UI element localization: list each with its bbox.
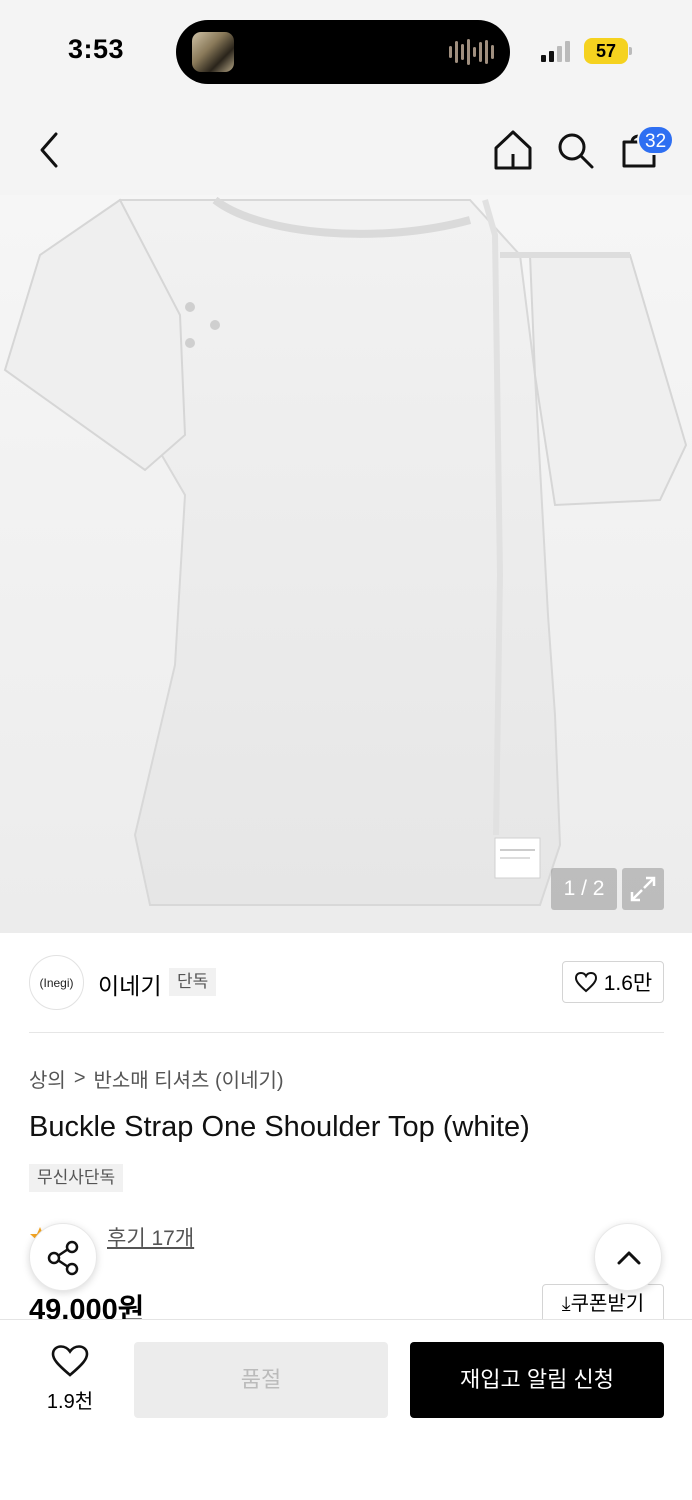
audio-waveform-icon: [449, 38, 494, 66]
now-playing-artwork: [192, 32, 234, 72]
product-image[interactable]: [0, 195, 692, 933]
scroll-to-top-button[interactable]: [594, 1223, 662, 1291]
t-shirt-illustration: [3, 196, 688, 906]
breadcrumb: 상의 > 반소매 티셔츠 (이네기): [29, 1064, 284, 1093]
brand-like-button[interactable]: 1.6만: [562, 961, 664, 1003]
battery-tip: [629, 47, 632, 55]
product-title: Buckle Strap One Shoulder Top (white): [29, 1111, 530, 1143]
brand-logo[interactable]: (Inegi): [29, 955, 84, 1010]
chevron-up-icon: [617, 1251, 641, 1265]
review-count-link[interactable]: 후기 17개: [107, 1222, 194, 1252]
coupon-label: 쿠폰받기: [570, 1293, 645, 1315]
breadcrumb-subcategory[interactable]: 반소매 티셔츠 (이네기): [94, 1064, 284, 1093]
heart-icon: [574, 971, 597, 993]
status-time: 3:53: [68, 34, 125, 64]
image-counter: 1 / 2: [551, 868, 617, 910]
wishlist-count: 1.9천: [46, 1391, 94, 1413]
home-icon[interactable]: [492, 128, 534, 172]
expand-icon[interactable]: [622, 868, 664, 910]
dynamic-island[interactable]: [176, 20, 510, 84]
cellular-signal-icon: [541, 40, 570, 62]
battery-indicator: 57: [584, 38, 628, 64]
status-bar: 3:53 57: [0, 0, 692, 100]
back-arrow-icon[interactable]: [30, 128, 70, 172]
exclusive-tag: 단독: [169, 968, 217, 996]
chevron-right-icon: >: [73, 1067, 86, 1089]
brand-like-count: 1.6만: [603, 972, 653, 995]
restock-alert-button[interactable]: 재입고 알림 신청: [410, 1342, 664, 1418]
heart-icon: [51, 1345, 89, 1377]
share-button[interactable]: [29, 1223, 97, 1291]
divider: [29, 1032, 664, 1033]
search-icon[interactable]: [555, 130, 597, 172]
cart-count-badge: 32: [637, 125, 675, 155]
wishlist-button[interactable]: 1.9천: [30, 1344, 110, 1414]
breadcrumb-category[interactable]: 상의: [29, 1064, 66, 1093]
soldout-button: 품절: [134, 1342, 388, 1418]
musinsa-exclusive-tag: 무신사단독: [29, 1164, 124, 1192]
share-icon: [47, 1240, 79, 1276]
download-icon: ⤓: [561, 1293, 571, 1315]
brand-name[interactable]: 이네기: [98, 967, 161, 1001]
